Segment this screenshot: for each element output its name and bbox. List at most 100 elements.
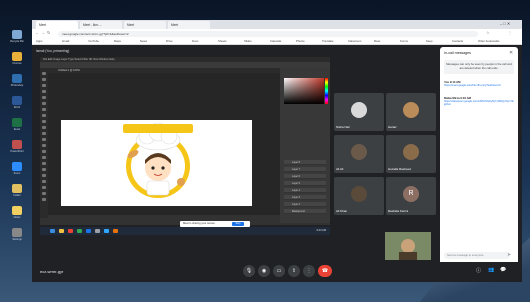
people-icon[interactable]: 👥 xyxy=(488,267,494,273)
ps-tool-icon[interactable] xyxy=(42,78,46,81)
browser-tab-3[interactable]: Meet xyxy=(124,21,166,29)
desktop-icon[interactable] xyxy=(12,140,22,149)
camera-icon[interactable]: ◉ xyxy=(258,265,270,277)
ps-layer-row[interactable]: Layer 3 xyxy=(284,195,326,200)
info-icon[interactable]: ⓘ xyxy=(476,267,481,274)
bookmark-item[interactable]: Other bookmarks xyxy=(478,38,499,45)
ps-layer-row[interactable]: Layer 8 xyxy=(284,160,326,165)
ps-tool-icon[interactable] xyxy=(42,90,46,93)
stop-sharing-button[interactable]: Stop xyxy=(232,222,244,226)
desktop-icon-label: Notes xyxy=(13,216,21,219)
desktop-icon[interactable] xyxy=(12,206,22,215)
bookmark-item[interactable]: Maps xyxy=(114,38,121,45)
bookmark-item[interactable]: News xyxy=(140,38,147,45)
ps-tool-icon[interactable] xyxy=(42,114,46,117)
taskbar-app-icon[interactable] xyxy=(50,229,55,233)
ps-tool-icon[interactable] xyxy=(42,174,46,177)
ps-tool-icon[interactable] xyxy=(42,102,46,105)
ps-tool-icon[interactable] xyxy=(42,96,46,99)
chat-input[interactable]: Send a message to everyone xyxy=(444,252,510,259)
present-icon[interactable]: ⇪ xyxy=(288,265,300,277)
chat-link-2[interactable]: https://classroom.google.com/c/MzUxNzIyN… xyxy=(444,100,514,106)
ps-tool-icon[interactable] xyxy=(42,120,46,123)
shared-taskbar-clock: 9:23 AM xyxy=(316,229,326,232)
nav-back-icon[interactable]: ← xyxy=(35,30,39,35)
desktop-icon[interactable] xyxy=(12,228,22,237)
nav-forward-icon[interactable]: → xyxy=(41,30,45,35)
desktop-icon-label: Settings xyxy=(12,238,22,241)
browser-tab-2[interactable]: Meet - lkm-... xyxy=(80,21,122,29)
ps-tool-icon[interactable] xyxy=(42,156,46,159)
ps-layer-row[interactable]: Layer 5 xyxy=(284,181,326,186)
desktop-icon[interactable] xyxy=(12,96,22,105)
mic-icon[interactable]: 🎙 xyxy=(243,265,255,277)
ps-tool-icon[interactable] xyxy=(42,132,46,135)
reload-icon[interactable]: ↻ xyxy=(47,30,50,35)
star-icon[interactable]: ☆ xyxy=(486,30,490,35)
bookmark-item[interactable]: Docs xyxy=(192,38,198,45)
ps-hue-slider[interactable] xyxy=(325,78,328,104)
taskbar-app-icon[interactable] xyxy=(86,229,91,233)
chat-icon[interactable]: 💬 xyxy=(500,267,506,273)
bookmark-item[interactable]: Photos xyxy=(296,38,305,45)
ps-layer-row[interactable]: Layer 4 xyxy=(284,188,326,193)
ps-layer-row[interactable]: Layer 7 xyxy=(284,167,326,172)
avatar xyxy=(403,144,419,160)
send-icon[interactable]: ➤ xyxy=(507,252,511,258)
desktop-icon[interactable] xyxy=(12,184,22,193)
bookmark-item[interactable]: YouTube xyxy=(88,38,99,45)
ps-tool-icon[interactable] xyxy=(42,84,46,87)
ps-tool-icon[interactable] xyxy=(42,180,46,183)
url-field[interactable]: meet.google.com/ecz-wrmr-gyr?pli=1&authu… xyxy=(58,30,478,37)
desktop-icon[interactable] xyxy=(12,30,22,39)
taskbar-app-icon[interactable] xyxy=(68,229,73,233)
taskbar-app-icon[interactable] xyxy=(77,229,82,233)
ps-tool-icon[interactable] xyxy=(42,162,46,165)
bookmark-item[interactable]: Keep xyxy=(426,38,433,45)
taskbar-app-icon[interactable] xyxy=(59,229,64,233)
ps-tool-icon[interactable] xyxy=(42,144,46,147)
taskbar-app-icon[interactable] xyxy=(104,229,109,233)
ps-tool-icon[interactable] xyxy=(42,72,46,75)
chat-link-1[interactable]: https://meet.google.com/lnk-zlln-mny?aut… xyxy=(444,84,514,87)
more-icon[interactable]: ⋮ xyxy=(303,265,315,277)
bookmark-item[interactable]: Classroom xyxy=(348,38,361,45)
browser-tab-4[interactable]: Meet xyxy=(168,21,210,29)
desktop-icon[interactable] xyxy=(12,52,22,61)
taskbar-app-icon[interactable] xyxy=(95,229,100,233)
hangup-icon[interactable]: ☎ xyxy=(318,265,332,277)
bookmark-item[interactable]: Apps xyxy=(36,38,42,45)
ps-layer-row[interactable]: Background xyxy=(284,209,326,214)
bookmark-item[interactable]: Gmail xyxy=(62,38,69,45)
desktop-icon[interactable] xyxy=(12,118,22,127)
taskbar-app-icon[interactable] xyxy=(113,229,118,233)
ps-tool-icon[interactable] xyxy=(42,138,46,141)
ps-tool-icon[interactable] xyxy=(42,126,46,129)
chef-logo-illustration xyxy=(123,122,193,198)
bookmark-item[interactable]: Contacts xyxy=(452,38,463,45)
ps-tool-icon[interactable] xyxy=(42,192,46,195)
bookmark-item[interactable]: Slides xyxy=(244,38,252,45)
ps-tool-icon[interactable] xyxy=(42,108,46,111)
bookmark-item[interactable]: Sheets xyxy=(218,38,227,45)
desktop-icon[interactable] xyxy=(12,162,22,171)
ps-tool-icon[interactable] xyxy=(42,198,46,201)
close-icon[interactable]: ✕ xyxy=(509,50,513,56)
ps-tool-icon[interactable] xyxy=(42,150,46,153)
ps-tool-icon[interactable] xyxy=(42,186,46,189)
bookmark-item[interactable]: Translate xyxy=(322,38,334,45)
ps-layer-row[interactable]: Layer 6 xyxy=(284,174,326,179)
ps-layer-row[interactable]: Layer 2 xyxy=(284,202,326,207)
participant-name: Nisha Nair xyxy=(336,125,351,129)
caption-icon[interactable]: ▭ xyxy=(273,265,285,277)
bookmark-item[interactable]: Meet xyxy=(374,38,380,45)
desktop-icon[interactable] xyxy=(12,74,22,83)
browser-tab-1[interactable]: Meet xyxy=(36,21,78,29)
browser-menu-icon[interactable]: ⋮ xyxy=(508,30,512,35)
bookmark-item[interactable]: Drive xyxy=(166,38,173,45)
bookmark-item[interactable]: Calendar xyxy=(270,38,281,45)
ps-tool-icon[interactable] xyxy=(42,168,46,171)
window-controls[interactable]: – □ ✕ xyxy=(500,21,510,26)
ps-color-picker[interactable] xyxy=(284,78,324,104)
bookmark-item[interactable]: Forms xyxy=(400,38,408,45)
